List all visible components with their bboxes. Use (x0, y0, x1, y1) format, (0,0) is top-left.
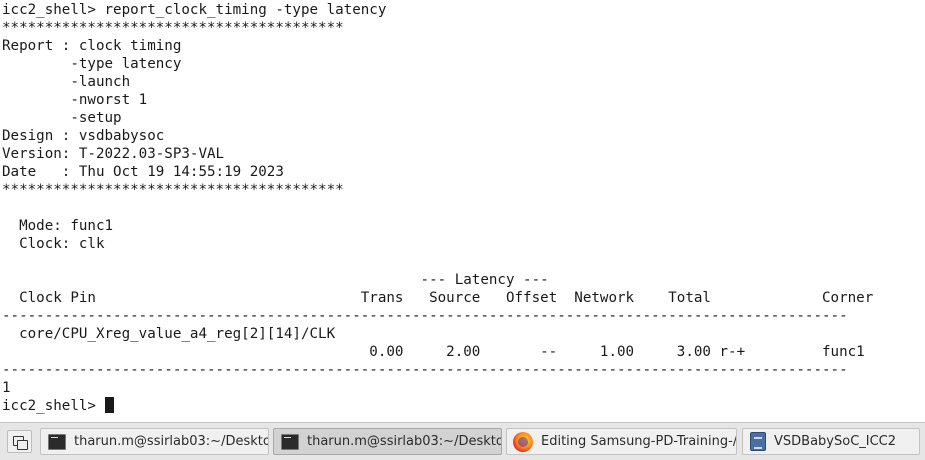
taskbar-item-label: tharun.m@ssirlab03:~/Deskto... (307, 434, 502, 449)
terminal-line: **************************************** (2, 182, 344, 198)
taskbar-item-label: VSDBabySoC_ICC2 (774, 434, 897, 449)
terminal-line: Design : vsdbabysoc (2, 128, 165, 144)
terminal-icon (48, 433, 66, 450)
taskbar-item-terminal-1[interactable]: tharun.m@ssirlab03:~/Deskto... (40, 428, 269, 455)
terminal-window[interactable]: icc2_shell> report_clock_timing -type la… (0, 0, 925, 422)
terminal-line: 1 (2, 380, 11, 396)
terminal-line: icc2_shell> report_clock_timing -type la… (2, 2, 387, 18)
terminal-line: Clock: clk (2, 236, 105, 252)
terminal-line: -setup (2, 110, 122, 126)
taskbar-item-label: Editing Samsung-PD-Training-/... (541, 434, 737, 449)
document-icon (750, 432, 766, 451)
terminal-line: --- Latency --- (2, 272, 549, 288)
taskbar: tharun.m@ssirlab03:~/Deskto... tharun.m@… (0, 422, 925, 460)
show-desktop-button[interactable] (7, 430, 32, 453)
taskbar-item-terminal-2[interactable]: tharun.m@ssirlab03:~/Deskto... (273, 428, 502, 455)
terminal-line: Report : clock timing (2, 38, 182, 54)
terminal-line: Mode: func1 (2, 218, 114, 234)
terminal-line: Version: T-2022.03-SP3-VAL (2, 146, 225, 162)
terminal-icon (281, 433, 299, 450)
text-cursor (104, 397, 114, 413)
taskbar-item-firefox[interactable]: Editing Samsung-PD-Training-/... (506, 428, 737, 455)
taskbar-item-vsdbabysoc[interactable]: VSDBabySoC_ICC2 (742, 428, 920, 455)
terminal-line: -type latency (2, 56, 182, 72)
terminal-line: core/CPU_Xreg_value_a4_reg[2][14]/CLK (2, 326, 336, 342)
taskbar-item-label: tharun.m@ssirlab03:~/Deskto... (74, 434, 269, 449)
shell-prompt: icc2_shell> (2, 398, 105, 414)
terminal-prompt-line[interactable]: icc2_shell> (2, 397, 114, 415)
terminal-line: ----------------------------------------… (2, 362, 848, 378)
firefox-icon (513, 431, 533, 452)
terminal-line: -launch (2, 74, 131, 90)
terminal-line: -nworst 1 (2, 92, 148, 108)
terminal-line: Clock Pin Trans Source Offset Network To… (2, 290, 874, 306)
terminal-line: ----------------------------------------… (2, 308, 848, 324)
terminal-line: 0.00 2.00 -- 1.00 3.00 r-+ func1 (2, 344, 865, 360)
terminal-line: Date : Thu Oct 19 14:55:19 2023 (2, 164, 284, 180)
terminal-line: **************************************** (2, 20, 344, 36)
